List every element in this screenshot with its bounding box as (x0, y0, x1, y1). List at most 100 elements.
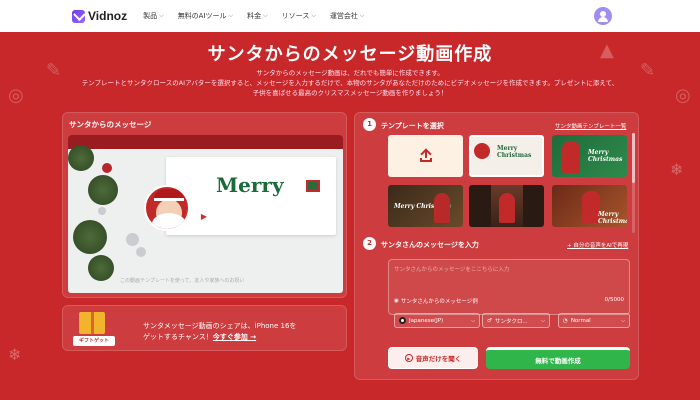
santa-thumb (474, 143, 490, 159)
nav-item-label: 運営会社 (329, 12, 358, 20)
bauble-decoration (136, 247, 146, 257)
page-subtitle: サンタからのメッセージ動画は、だれでも簡単に作成できます。 テンプレートとサンタ… (60, 68, 640, 98)
chevron-down-icon: ⌵ (471, 317, 475, 324)
create-button-label: 無料で動画作成 (535, 356, 581, 365)
subtitle-line: サンタからのメッセージ動画は、だれでも簡単に作成できます。 (256, 69, 444, 77)
ornament-icon: ◎ (675, 85, 691, 106)
template-thumbnail[interactable]: Merry Christmas (552, 185, 627, 227)
step-number: 2 (363, 237, 376, 250)
user-icon-body (598, 17, 608, 22)
vidnoz-logo-icon (72, 9, 85, 23)
voice-icon: ♂ (487, 317, 492, 324)
promo-text: サンタメッセージ動画のシェアは、iPhone 16を ゲットするチャンス！今すぐ… (143, 321, 296, 343)
santa-figure (499, 193, 515, 223)
pine-decoration (88, 255, 114, 281)
preview-panel-title: サンタからのメッセージ (69, 120, 152, 129)
video-preview[interactable]: Merry ▶ この動画テンプレートを使って、友人や家族へのお祝い (68, 135, 343, 293)
play-button[interactable]: ▶ (195, 207, 213, 225)
bauble-decoration (126, 233, 139, 246)
template-text: Merry Christmas (497, 145, 532, 159)
language-value: Japanese(JP) (409, 317, 444, 324)
chevron-down-icon: ⌵ (228, 12, 234, 19)
template-thumbnail[interactable]: Merry Christmas (388, 185, 463, 227)
voice-select[interactable]: ♂ サンタクロ... ⌵ (482, 313, 550, 328)
template-thumbnail[interactable] (469, 185, 544, 227)
speed-select[interactable]: ◔ Normal ⌵ (558, 313, 630, 328)
pine-decoration (73, 220, 107, 254)
santa-thumb (434, 193, 450, 223)
play-icon: ▶ (200, 211, 208, 221)
language-select[interactable]: Japanese(JP) ⌵ (394, 313, 480, 328)
bauble-decoration (98, 207, 106, 215)
nav-item-pricing[interactable]: 料金 ⌵ (247, 11, 268, 21)
pine-decoration (88, 175, 118, 205)
message-example[interactable]: ◉ サンタさんからのメッセージ例 (394, 297, 478, 305)
message-example-label: サンタさんからのメッセージ例 (400, 299, 478, 305)
nav-item-free-ai-tools[interactable]: 無料のAIツール ⌵ (178, 11, 233, 21)
create-panel: 1 テンプレートを選択 サンタ動画テンプレート一覧 Merry Christma… (354, 112, 639, 380)
nav-item-resources[interactable]: リソース ⌵ (282, 11, 316, 21)
message-placeholder: サンタさんからのメッセージをここちらに入力 (394, 267, 510, 273)
ornament-icon: ◎ (8, 85, 24, 106)
greeting-card: Merry (166, 157, 336, 235)
voice-value: サンタクロ... (494, 318, 528, 325)
template-thumbnail[interactable]: Merry Christmas (469, 135, 544, 177)
nav-item-label: 料金 (247, 12, 262, 20)
chevron-down-icon: ⌵ (621, 317, 625, 324)
snowflake-icon: ❄ (8, 345, 22, 364)
chevron-down-icon: ⌵ (359, 12, 365, 19)
chevron-down-icon: ⌵ (263, 12, 268, 19)
gift-ribbon (91, 312, 94, 334)
page-title: サンタからのメッセージ動画作成 (207, 44, 493, 65)
santa-thumb (562, 141, 580, 173)
template-thumbnail[interactable]: Merry Christmas (552, 135, 627, 177)
upload-template-button[interactable] (388, 135, 463, 177)
nav-item-company[interactable]: 運営会社 ⌵ (330, 11, 365, 21)
template-scrollbar[interactable] (632, 133, 635, 233)
listen-button-label: 音声だけを聞く (415, 355, 462, 363)
step2-title: サンタさんのメッセージを入力 (381, 241, 479, 249)
create-video-button[interactable]: 無料で動画作成 (486, 347, 630, 369)
gift-tag: ギフトゲット (73, 336, 115, 346)
nav-item-label: 無料のAIツール (177, 12, 227, 20)
card-text: Merry (216, 173, 284, 197)
step1-title: テンプレートを選択 (381, 122, 444, 130)
logo-text: Vidnoz (88, 9, 128, 23)
scrollbar-thumb[interactable] (632, 133, 635, 183)
nav-item-products[interactable]: 製品 ⌵ (143, 11, 164, 21)
logo[interactable]: Vidnoz (72, 9, 127, 23)
japan-flag-icon (399, 317, 406, 324)
nav-item-label: リソース (281, 12, 310, 20)
nav-item-label: 製品 (143, 12, 158, 20)
santa-hat (154, 189, 184, 201)
bauble-decoration (102, 163, 112, 173)
join-now-link[interactable]: 今すぐ参加 → (213, 333, 256, 341)
character-count: 0/5000 (604, 297, 624, 303)
upload-icon-base (419, 158, 432, 162)
santa-beard (152, 213, 186, 229)
template-text: Merry Christmas (598, 211, 627, 225)
pine-decoration (68, 145, 94, 171)
top-nav: Vidnoz 製品 ⌵ 無料のAIツール ⌵ 料金 ⌵ リソース ⌵ 運営会社 ⌵ (0, 0, 700, 32)
chevron-down-icon: ⌵ (541, 317, 545, 324)
upload-icon (419, 150, 432, 162)
preview-panel: サンタからのメッセージ Merry ▶ この動画テンプレートを使って、友人や家族… (62, 112, 347, 298)
speed-value: Normal (570, 317, 591, 324)
snowflake-icon: ❄ (670, 160, 684, 179)
clone-voice-link[interactable]: + 自分の音声をAIで再現 (567, 241, 628, 249)
chevron-down-icon: ⌵ (159, 12, 164, 19)
play-icon: ▶ (404, 354, 413, 362)
template-list-link[interactable]: サンタ動画テンプレート一覧 (555, 122, 626, 130)
promo-text-line: ゲットするチャンス！ (143, 333, 213, 341)
santa-avatar (144, 185, 190, 231)
listen-audio-button[interactable]: ▶ 音声だけを聞く (388, 347, 478, 369)
subtitle-line: 子供を喜ばせる最高のクリスマスメッセージ動画を作りましょう！ (252, 89, 448, 97)
subtitle-line: テンプレートとサンタクロースのAIアバターを選択すると、メッセージを入力するだけ… (81, 79, 619, 87)
step-number: 1 (363, 118, 376, 131)
message-textarea[interactable]: サンタさんからのメッセージをここちらに入力 ◉ サンタさんからのメッセージ例 0/… (388, 259, 630, 315)
speed-icon: ◔ (563, 317, 568, 324)
gift-box-icon (79, 312, 105, 334)
template-text: Merry Christmas (588, 149, 623, 163)
promo-text-line: サンタメッセージ動画のシェアは、iPhone 16を (143, 322, 297, 330)
user-avatar[interactable] (594, 7, 612, 25)
